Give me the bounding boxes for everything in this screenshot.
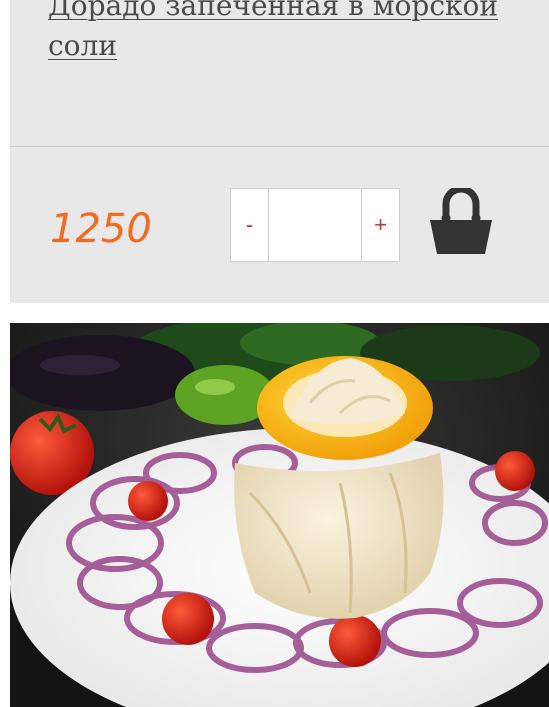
product-photo [10,323,549,707]
quantity-input[interactable] [269,189,361,261]
quantity-decrease-button[interactable]: - [231,189,269,261]
product-title-link[interactable]: Дорадо запеченная в морской соли [48,0,528,66]
add-to-cart-button[interactable] [428,185,494,258]
dish-image [10,323,549,707]
quantity-increase-button[interactable]: + [361,189,399,261]
shopping-bag-icon [430,185,492,254]
quantity-stepper: - + [230,188,400,262]
product-price: 1250 [50,206,152,252]
